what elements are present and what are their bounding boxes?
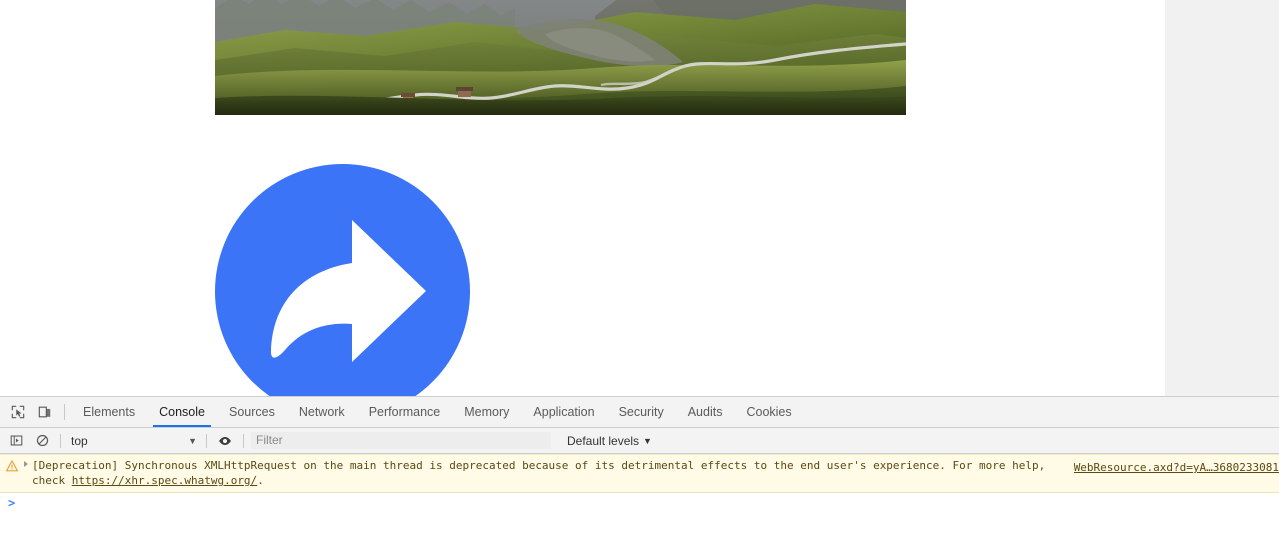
viewport-outer-gutter (1165, 0, 1279, 396)
chevron-down-icon: ▼ (188, 435, 197, 446)
console-prompt-input[interactable] (21, 495, 1279, 511)
console-sidebar-icon[interactable] (3, 428, 29, 454)
log-levels-label: Default levels (567, 433, 640, 448)
tab-cookies-label: Cookies (746, 405, 792, 419)
console-message-link[interactable]: https://xhr.spec.whatwg.org/ (72, 474, 257, 487)
device-toolbar-glyph (38, 406, 50, 418)
tab-console[interactable]: Console (147, 397, 217, 427)
tab-network-label: Network (298, 405, 345, 419)
controlbar-divider-3 (243, 433, 244, 448)
live-expression-eye-icon[interactable] (212, 428, 238, 454)
console-message-source-link[interactable]: WebResource.axd?d=yA…3680233081 (1074, 460, 1279, 475)
devtools-tabbar: Elements Console Sources Network Perform… (0, 397, 1279, 428)
log-levels-select[interactable]: Default levels ▼ (567, 434, 652, 448)
tab-application[interactable]: Application (521, 397, 606, 427)
tab-performance-label: Performance (368, 405, 441, 419)
tab-sources[interactable]: Sources (217, 397, 287, 427)
execution-context-value: top (71, 433, 88, 448)
console-sidebar-glyph (10, 435, 22, 446)
inspect-element-glyph (11, 405, 24, 419)
console-filter-input[interactable] (251, 432, 551, 449)
hero-landscape-image (215, 0, 906, 115)
tab-memory-label: Memory (464, 405, 510, 419)
page-viewport (0, 0, 1165, 396)
prompt-chevron-icon: > (8, 496, 16, 510)
share-arrow-icon (215, 164, 470, 396)
tab-application-label: Application (533, 405, 595, 419)
tab-cookies[interactable]: Cookies (734, 397, 803, 427)
tab-audits-label: Audits (687, 405, 723, 419)
console-controlbar: top ▼ Default levels ▼ (0, 428, 1279, 454)
controlbar-divider-2 (206, 433, 207, 448)
eye-glyph (219, 436, 231, 445)
execution-context-select[interactable]: top ▼ (66, 434, 201, 448)
tab-network[interactable]: Network (287, 397, 357, 427)
console-prompt-row[interactable]: > (0, 493, 1279, 513)
tab-security[interactable]: Security (607, 397, 676, 427)
console-message-tail: . (257, 474, 264, 487)
disclosure-triangle-icon[interactable] (24, 461, 28, 467)
toolbar-divider (64, 404, 65, 420)
warning-triangle-icon (6, 460, 18, 472)
clear-console-glyph (36, 434, 48, 447)
tab-memory[interactable]: Memory (452, 397, 521, 427)
console-message-warning[interactable]: [Deprecation] Synchronous XMLHttpRequest… (0, 454, 1279, 493)
tab-performance[interactable]: Performance (357, 397, 453, 427)
controlbar-divider-1 (60, 433, 61, 448)
tab-sources-label: Sources (228, 405, 275, 419)
tab-security-label: Security (618, 405, 664, 419)
chevron-down-icon: ▼ (643, 435, 652, 446)
tab-elements-label: Elements (83, 405, 136, 419)
tab-elements[interactable]: Elements (71, 397, 147, 427)
share-badge[interactable] (215, 164, 470, 396)
hero-image-graphic (215, 0, 906, 115)
browser-window: Elements Console Sources Network Perform… (0, 0, 1279, 557)
devtools-panel: Elements Console Sources Network Perform… (0, 396, 1279, 557)
device-toolbar-icon[interactable] (31, 397, 58, 427)
clear-console-icon[interactable] (29, 428, 55, 454)
console-output[interactable]: [Deprecation] Synchronous XMLHttpRequest… (0, 454, 1279, 556)
inspect-element-icon[interactable] (4, 397, 31, 427)
tab-audits[interactable]: Audits (676, 397, 735, 427)
tab-console-label: Console (159, 405, 205, 419)
